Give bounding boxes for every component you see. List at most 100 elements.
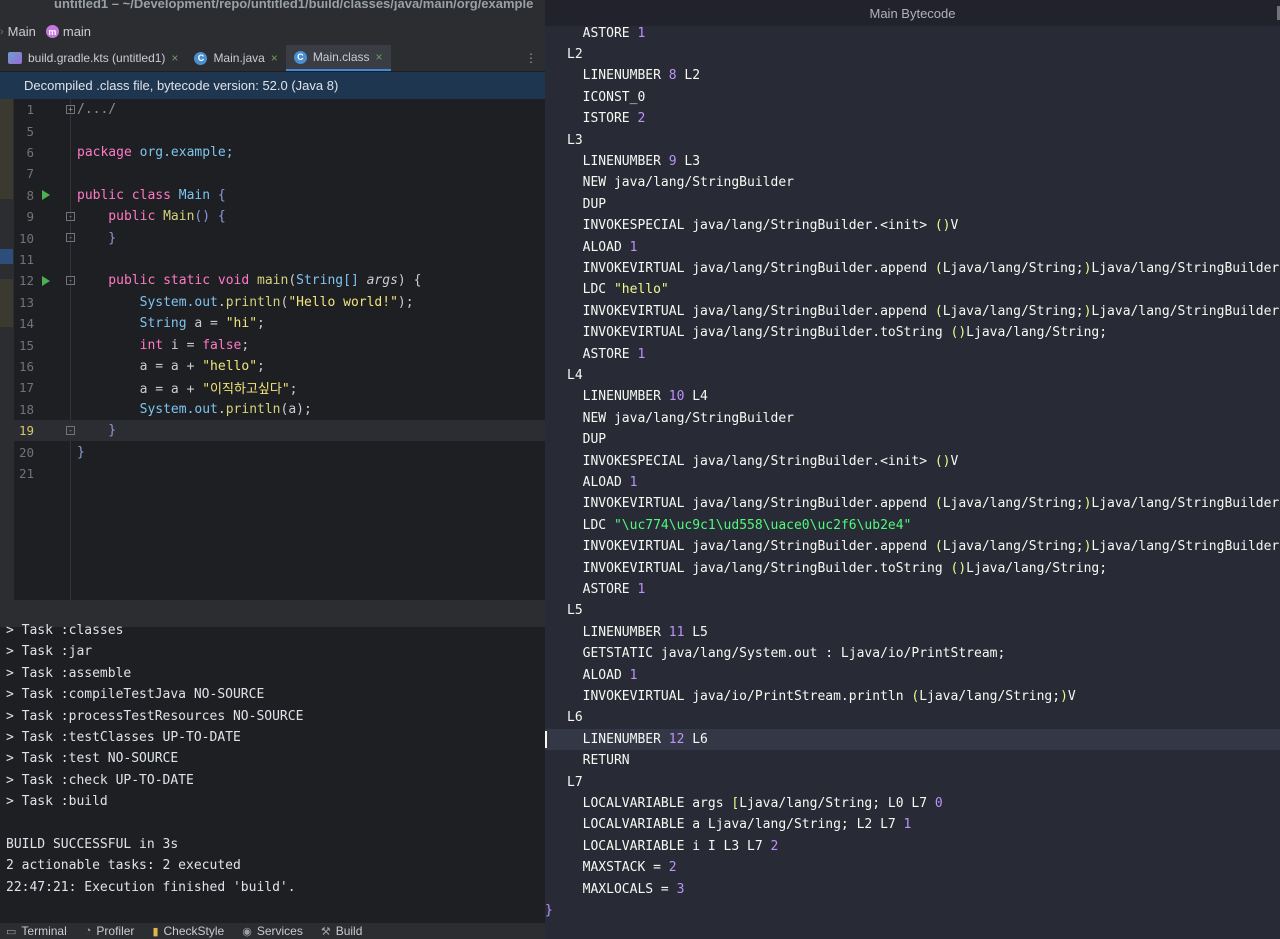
services-icon: ◉ [242,925,252,938]
code-text: /.../ [77,102,117,118]
fold-icon[interactable]: - [66,212,75,221]
bytecode-text: DUP [567,432,607,448]
console-line: > Task :build [6,794,108,810]
build-console[interactable]: > Task :classes > Task :jar > Task :asse… [0,623,545,923]
console-line: > Task :processTestResources NO-SOURCE [6,708,304,724]
close-icon[interactable]: × [171,51,178,65]
profiler-label: Profiler [96,924,135,938]
code-text: int i = false; [77,337,250,353]
checkstyle-button[interactable]: ▮ CheckStyle [152,924,224,938]
console-line: > Task :assemble [6,665,132,681]
bytecode-text: INVOKESPECIAL java/lang/StringBuilder.<i… [567,453,959,469]
close-icon[interactable]: × [376,50,383,64]
line-number: 1 [26,102,34,118]
bytecode-text: ICONST_0 [567,89,646,105]
bytecode-text: INVOKESPECIAL java/lang/StringBuilder.<i… [567,218,959,234]
line-number: 12 [18,273,34,289]
hammer-icon: ⚒ [320,925,331,938]
bytecode-line: } [545,900,1280,921]
run-icon[interactable] [42,275,50,286]
window-titlebar: untitled1 – ~/Development/repo/untitled1… [0,0,545,18]
change-markers-strip [0,99,14,600]
terminal-button[interactable]: ▭ Terminal [6,924,67,938]
code-text: } [77,423,117,439]
bytecode-line: INVOKEVIRTUAL java/lang/StringBuilder.to… [545,322,1280,343]
console-line: 2 actionable tasks: 2 executed [6,858,241,874]
close-icon[interactable]: × [271,51,278,65]
console-line: > Task :test NO-SOURCE [6,751,179,767]
breadcrumb-method[interactable]: m main [45,24,91,39]
line-number: 18 [18,401,34,417]
bytecode-line: MAXLOCALS = 3 [545,878,1280,899]
bytecode-line: INVOKEVIRTUAL java/lang/StringBuilder.ap… [545,536,1280,557]
code-text: public Main() { [77,209,226,225]
fold-icon[interactable]: - [66,426,75,435]
console-line: 22:47:21: Execution finished 'build'. [6,879,296,895]
bytecode-line: INVOKEVIRTUAL java/io/PrintStream.printl… [545,686,1280,707]
chevron-right-icon: › [0,25,4,38]
code-line: 7 [14,163,545,184]
bytecode-text: DUP [567,196,607,212]
bytecode-text: } [545,902,553,918]
line-number: 20 [18,444,34,460]
bytecode-line: NEW java/lang/StringBuilder [545,172,1280,193]
checkstyle-icon: ▮ [152,925,159,938]
fold-icon[interactable]: - [66,276,75,286]
bytecode-line: INVOKESPECIAL java/lang/StringBuilder.<i… [545,450,1280,471]
bytecode-line: L7 [545,771,1280,792]
bytecode-window: Main Bytecode ASTORE 1 L2 LINENUMBER 8 L2… [545,0,1280,939]
code-line: 13 System.out.println("Hello world!"); [14,292,545,313]
bytecode-line: INVOKEVIRTUAL java/lang/StringBuilder.ap… [545,301,1280,322]
run-icon[interactable] [42,190,50,201]
class-icon: C [293,50,307,64]
bytecode-line: ICONST_0 [545,87,1280,108]
console-line: > Task :classes [6,623,124,638]
bytecode-line: L2 [545,44,1280,65]
fold-icon[interactable]: + [66,105,75,114]
bytecode-line: ASTORE 1 [545,22,1280,43]
window-title: untitled1 – ~/Development/repo/untitled1… [54,0,534,11]
code-line: 18 System.out.println(a); [14,399,545,420]
profiler-button[interactable]: ◔ Profiler [85,924,135,938]
code-editor[interactable]: 1 + /.../ 5 6 package org.example; 7 8 p… [14,99,545,600]
bytecode-line: INVOKEVIRTUAL java/lang/StringBuilder.ap… [545,258,1280,279]
bytecode-text: ASTORE 1 [567,581,646,597]
bytecode-line: GETSTATIC java/lang/System.out : Ljava/i… [545,643,1280,664]
build-button[interactable]: ⚒ Build [321,924,363,938]
bytecode-text: LINENUMBER 12 L6 [567,731,708,747]
fold-icon[interactable]: - [66,233,75,243]
code-text: public class Main { [77,187,226,203]
line-number: 10 [18,230,34,246]
bytecode-text: INVOKEVIRTUAL java/lang/StringBuilder.ap… [567,303,1280,319]
code-text: package org.example; [77,144,234,160]
build-label: Build [335,924,363,938]
line-number: 5 [26,123,34,139]
bytecode-line: ALOAD 1 [545,664,1280,685]
bytecode-line: L3 [545,129,1280,150]
bytecode-line-current: LINENUMBER 12 L6 [545,728,1280,750]
bytecode-text: ASTORE 1 [567,25,646,41]
code-line-current: 19 - } [14,420,545,442]
bytecode-text: LINENUMBER 11 L5 [567,624,708,640]
line-number: 13 [18,294,34,310]
bytecode-title: Main Bytecode [869,5,956,21]
more-tabs-icon[interactable]: ⋮ [517,45,545,71]
bytecode-text: INVOKEVIRTUAL java/lang/StringBuilder.to… [567,560,1108,576]
bytecode-line: ALOAD 1 [545,472,1280,493]
services-button[interactable]: ◉ Services [242,924,303,938]
bytecode-line: L5 [545,600,1280,621]
tab-main-class[interactable]: C Main.class × [285,45,391,71]
tab-build-gradle[interactable]: build.gradle.kts (untitled1) × [0,45,186,71]
bytecode-line: ISTORE 2 [545,108,1280,129]
bytecode-text: LDC "\uc774\uc9c1\ud558\uace0\uc2f6\ub2e… [567,517,912,533]
tab-label: build.gradle.kts (untitled1) [28,51,166,65]
bytecode-text: MAXSTACK = 2 [567,860,677,876]
bytecode-text: INVOKEVIRTUAL java/io/PrintStream.printl… [567,688,1076,704]
bytecode-line: LINENUMBER 11 L5 [545,622,1280,643]
breadcrumb-class[interactable]: › Main [0,24,36,39]
code-text: a = a + "hello"; [77,358,265,374]
line-number: 16 [18,358,34,374]
bytecode-text: LINENUMBER 9 L3 [567,153,701,169]
line-number: 19 [18,423,34,439]
tab-main-java[interactable]: C Main.java × [186,45,285,71]
